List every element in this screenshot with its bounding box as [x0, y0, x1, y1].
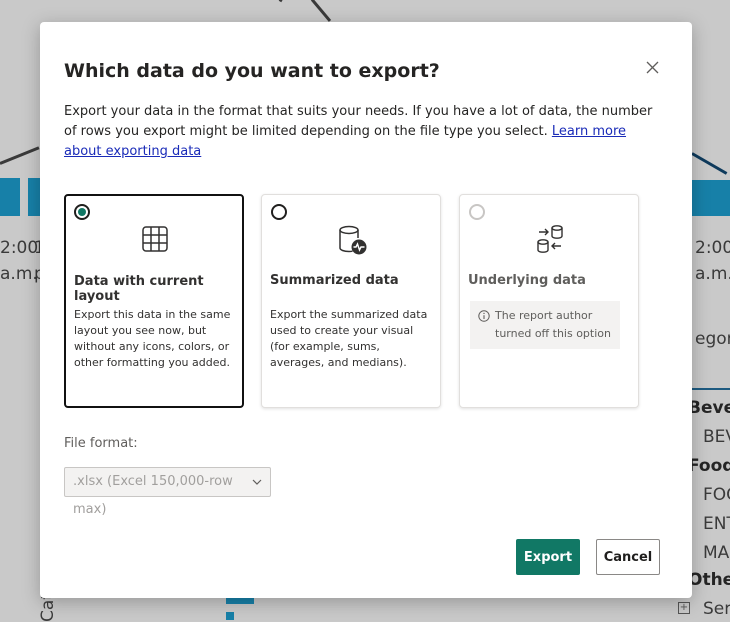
axis-tick: 2:00 — [695, 238, 730, 258]
expand-icon: + — [678, 602, 690, 614]
chart-line — [278, 0, 296, 3]
table-row: Food — [688, 456, 730, 476]
database-swap-icon — [537, 225, 563, 253]
disabled-notice: The report author turned off this option — [470, 301, 620, 349]
table-row: ENT — [703, 514, 730, 534]
export-button[interactable]: Export — [516, 539, 580, 575]
table-divider — [692, 388, 730, 390]
chart-line — [0, 146, 40, 165]
dialog-description: Export your data in the format that suit… — [64, 102, 654, 162]
option-underlying-data: Underlying data The report author turned… — [459, 194, 639, 408]
table-row: Ser — [703, 599, 730, 619]
option-title: Underlying data — [468, 273, 586, 288]
category-header: egor — [695, 329, 730, 349]
option-title: Summarized data — [270, 273, 399, 288]
axis-tick: a.m. — [0, 264, 38, 284]
chart-line — [691, 152, 728, 175]
chart-bar — [226, 598, 254, 604]
radio-summarized-data[interactable] — [271, 204, 287, 220]
cancel-button[interactable]: Cancel — [596, 539, 660, 575]
table-row: FOO — [703, 485, 730, 505]
table-row: Beve — [688, 398, 730, 418]
option-description: Export this data in the same layout you … — [74, 308, 231, 369]
database-pulse-icon — [339, 225, 367, 255]
table-grid-icon — [142, 226, 168, 252]
close-icon — [646, 61, 658, 73]
option-summarized-data[interactable]: Summarized data Export the summarized da… — [261, 194, 441, 408]
table-row: BEV — [703, 427, 730, 447]
option-current-layout[interactable]: Data with current layout Export this dat… — [64, 194, 244, 408]
option-description: Export the summarized data used to creat… — [270, 308, 428, 369]
chevron-down-icon — [252, 479, 262, 485]
table-row: MA — [703, 543, 730, 563]
close-button[interactable] — [640, 55, 664, 79]
file-format-dropdown[interactable]: .xlsx (Excel 150,000-row max) — [64, 467, 271, 517]
chart-bar — [0, 178, 20, 216]
chart-bar — [28, 178, 40, 216]
file-format-label: File format: — [64, 436, 138, 451]
option-title: Data with current layout — [74, 274, 204, 304]
file-format-value: .xlsx (Excel 150,000-row max) — [73, 474, 233, 517]
disabled-notice-text: The report author turned off this option — [495, 309, 611, 340]
axis-tick: 2:00 — [0, 238, 39, 258]
table-row: Othe — [688, 570, 730, 590]
chart-bar — [692, 180, 730, 216]
radio-underlying-data — [469, 204, 485, 220]
dialog-title: Which data do you want to export? — [64, 60, 440, 82]
radio-current-layout[interactable] — [74, 204, 90, 220]
chart-line — [310, 0, 332, 22]
chart-bar — [226, 612, 234, 620]
axis-tick: a.m. — [695, 264, 730, 284]
info-icon — [478, 310, 490, 322]
export-data-dialog: Which data do you want to export? Export… — [40, 22, 692, 598]
